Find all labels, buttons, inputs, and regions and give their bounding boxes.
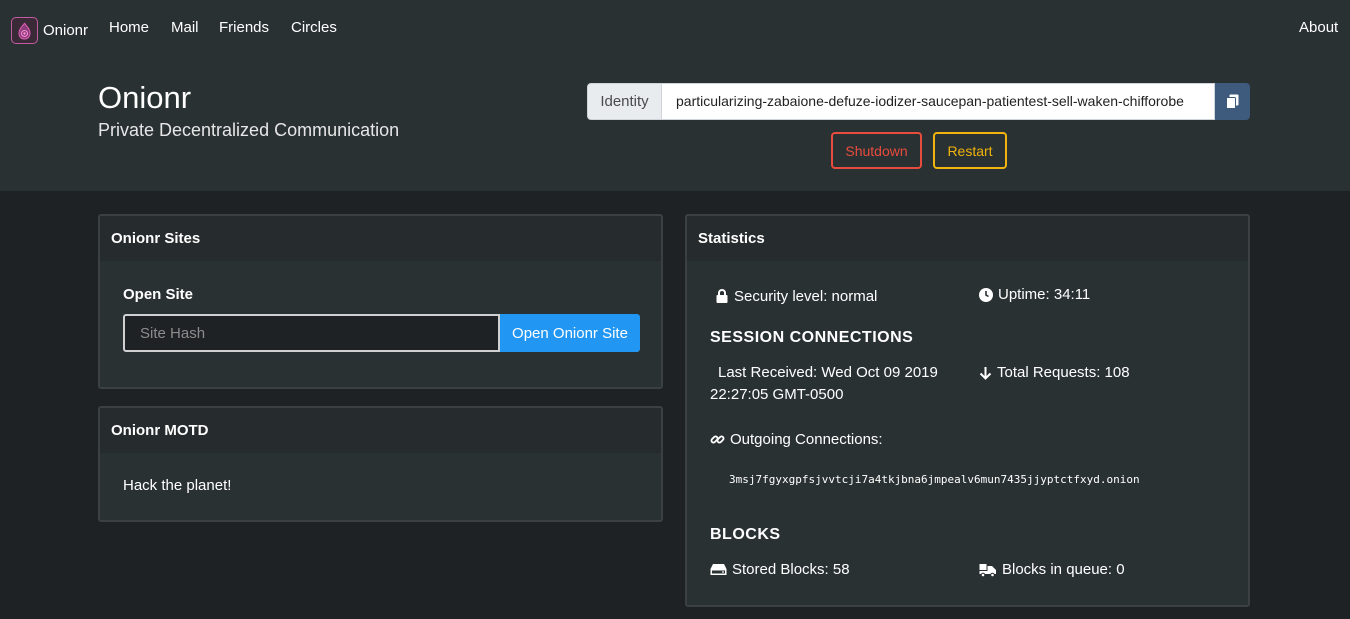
open-site-button[interactable]: Open Onionr Site [500, 314, 640, 352]
sites-card: Onionr Sites Open Site Open Onionr Site [98, 214, 663, 389]
blocks-in-queue: Blocks in queue: 0 [979, 561, 1125, 578]
arrow-down-icon [979, 366, 992, 380]
nav-home[interactable]: Home [109, 19, 149, 36]
copy-icon [1226, 94, 1239, 109]
last-received-line-1: Last Received: Wed Oct 09 2019 [718, 364, 938, 381]
uptime: Uptime: 34:11 [979, 286, 1090, 303]
sites-card-header: Onionr Sites [100, 216, 661, 261]
clock-icon [979, 287, 993, 302]
identity-field[interactable]: particularizing-zabaione-defuze-iodizer-… [662, 83, 1215, 120]
page-title: Onionr [98, 80, 192, 115]
uptime-text: Uptime: 34:11 [998, 286, 1091, 303]
navbar: Onionr Home Mail Friends Circles About [0, 0, 1350, 56]
security-level: Security level: normal [715, 288, 877, 305]
onion-logo-icon [11, 17, 38, 44]
security-level-text: Security level: normal [734, 288, 878, 305]
brand[interactable]: Onionr [11, 17, 88, 44]
total-requests-text: Total Requests: 108 [997, 364, 1130, 381]
restart-button[interactable]: Restart [933, 132, 1007, 169]
stored-blocks: Stored Blocks: 58 [710, 561, 850, 578]
open-site-label: Open Site [123, 286, 194, 303]
identity-label: Identity [587, 83, 662, 120]
motd-card: Onionr MOTD Hack the planet! [98, 406, 663, 522]
outgoing-connections-text: Outgoing Connections: [730, 431, 883, 448]
link-icon [710, 435, 725, 444]
brand-name: Onionr [43, 22, 89, 39]
stats-card-header: Statistics [687, 216, 1248, 261]
page-subtitle: Private Decentralized Communication [98, 120, 400, 140]
motd-card-header: Onionr MOTD [100, 408, 661, 453]
outgoing-onion-address: 3msj7fgyxgpfsjvvtcji7a4tkjbna6jmpealv6mu… [729, 473, 1140, 486]
stats-card: Statistics Security level: normal Uptime… [685, 214, 1250, 607]
nav-about[interactable]: About [1299, 19, 1338, 36]
blocks-in-queue-text: Blocks in queue: 0 [1002, 561, 1125, 578]
lock-icon [716, 289, 728, 303]
hdd-icon [710, 564, 727, 575]
truck-loading-icon [979, 563, 996, 577]
nav-circles[interactable]: Circles [291, 19, 337, 36]
shutdown-button[interactable]: Shutdown [831, 132, 922, 169]
outgoing-connections: Outgoing Connections: [710, 431, 883, 448]
blocks-title: BLOCKS [710, 526, 781, 543]
motd-text: Hack the planet! [123, 477, 232, 494]
site-hash-input[interactable] [123, 314, 500, 352]
hero: Onionr Private Decentralized Communicati… [0, 56, 1350, 191]
total-requests: Total Requests: 108 [979, 364, 1130, 381]
session-connections-title: SESSION CONNECTIONS [710, 329, 914, 346]
copy-identity-button[interactable] [1215, 83, 1250, 120]
nav-friends[interactable]: Friends [219, 19, 269, 36]
stored-blocks-text: Stored Blocks: 58 [732, 561, 850, 578]
identity-group: Identity particularizing-zabaione-defuze… [587, 83, 1250, 120]
nav-mail[interactable]: Mail [171, 19, 199, 36]
last-received-line-2: 22:27:05 GMT-0500 [710, 386, 844, 403]
